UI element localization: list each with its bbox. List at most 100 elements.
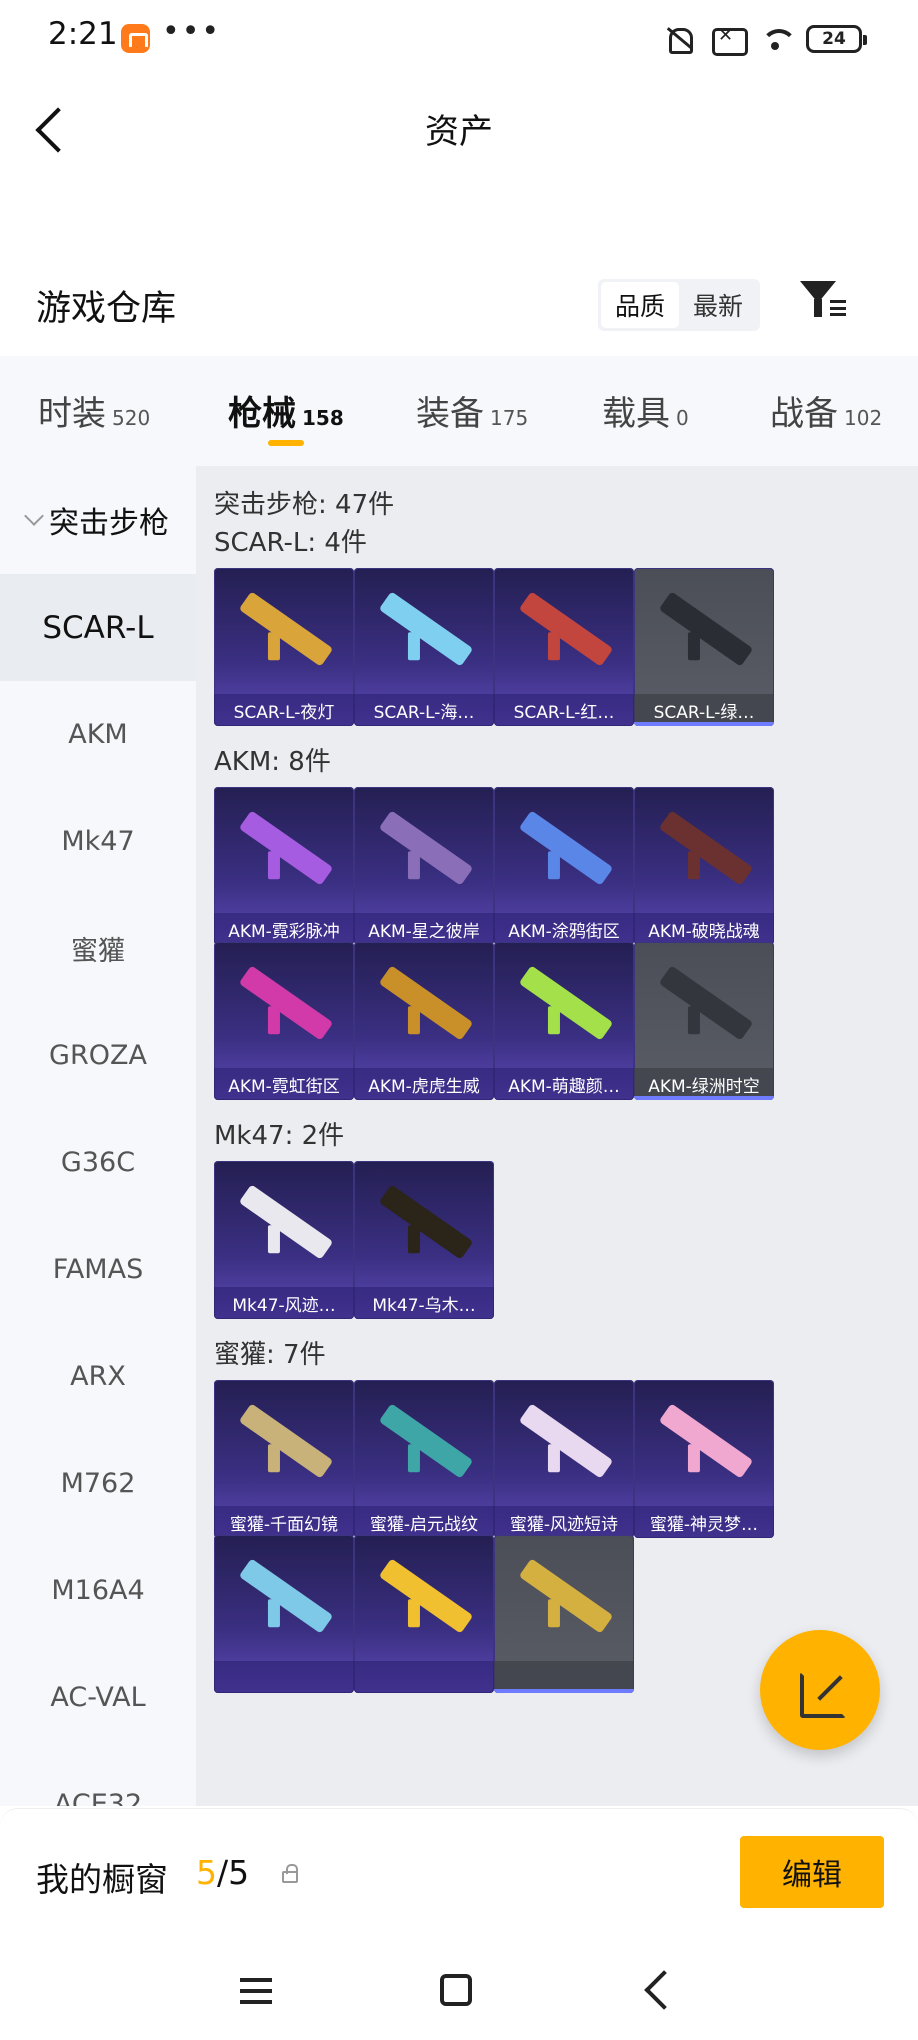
- repository-title: 游戏仓库: [36, 289, 177, 329]
- sidebar-item[interactable]: G36C: [0, 1109, 196, 1216]
- rifle-icon: [238, 1558, 334, 1634]
- rifle-icon: [518, 591, 614, 667]
- weapon-skin-card[interactable]: [354, 1535, 494, 1693]
- share-fab[interactable]: [760, 1630, 880, 1750]
- status-icons: 24: [662, 22, 867, 56]
- tab-fashion[interactable]: 时装 520: [38, 386, 150, 435]
- weapon-type-sidebar: 突击步枪 SCAR-L AKM Mk47 蜜獾 GROZA G36C FAMAS ARX M76…: [0, 466, 196, 1806]
- rifle-icon: [658, 591, 754, 667]
- weapon-skin-card[interactable]: 蜜獾-千面幻镜: [214, 1380, 354, 1538]
- sidebar-item[interactable]: Mk47: [0, 788, 196, 895]
- weapon-skin-name: AKM-虎虎生威: [354, 1068, 494, 1100]
- weapon-skin-name: AKM-萌趣颜…: [494, 1068, 634, 1100]
- tab-guns[interactable]: 枪械 158: [228, 386, 344, 435]
- weapon-skin-name: AKM-霓虹街区: [214, 1068, 354, 1100]
- weapon-group-title: SCAR-L: 4件: [214, 528, 367, 558]
- tab-count: 158: [302, 406, 344, 430]
- sidebar-item[interactable]: ARX: [0, 1323, 196, 1430]
- rarity-bar: [634, 1096, 774, 1100]
- sidebar-item[interactable]: M16A4: [0, 1537, 196, 1644]
- weapon-skin-name: AKM-霓彩脉冲: [214, 913, 354, 945]
- rifle-icon: [378, 1558, 474, 1634]
- weapon-group-title: Mk47: 2件: [214, 1121, 345, 1151]
- page-title: 资产: [425, 112, 493, 152]
- sidebar-item[interactable]: 蜜獾: [0, 895, 196, 1002]
- showcase-total: /5: [217, 1853, 250, 1892]
- rifle-icon: [378, 810, 474, 886]
- tab-count: 175: [490, 406, 529, 430]
- weapon-skin-name: Mk47-乌木…: [354, 1287, 494, 1319]
- weapon-skin-card[interactable]: 蜜獾-风迹短诗: [494, 1380, 634, 1538]
- mi-app-icon: [121, 24, 150, 53]
- rarity-bar: [634, 722, 774, 726]
- tab-count: 0: [676, 406, 689, 430]
- rifle-icon: [658, 810, 754, 886]
- tab-supplies[interactable]: 战备 102: [770, 386, 882, 435]
- battery-icon: 24: [806, 25, 867, 53]
- back-icon[interactable]: [644, 1970, 684, 2010]
- weapon-skin-card[interactable]: 蜜獾-启元战纹: [354, 1380, 494, 1538]
- edit-button[interactable]: 编辑: [740, 1836, 884, 1908]
- rifle-icon: [238, 965, 334, 1041]
- sidebar-item[interactable]: AC-VAL: [0, 1644, 196, 1751]
- weapon-skin-card[interactable]: [494, 1535, 634, 1693]
- weapon-skin-name: 蜜獾-风迹短诗: [494, 1506, 634, 1538]
- sidebar-item[interactable]: GROZA: [0, 1002, 196, 1109]
- rarity-bar: [494, 1689, 634, 1693]
- weapon-skin-card[interactable]: 蜜獾-神灵梦…: [634, 1380, 774, 1538]
- weapon-skin-card[interactable]: Mk47-乌木…: [354, 1161, 494, 1319]
- rifle-icon: [378, 1184, 474, 1260]
- weapon-skin-card[interactable]: Mk47-风迹…: [214, 1161, 354, 1319]
- rifle-icon: [518, 1403, 614, 1479]
- wifi-icon: [758, 24, 797, 54]
- weapon-skin-name: 蜜獾-神灵梦…: [634, 1506, 774, 1538]
- sidebar-item[interactable]: SCAR-L: [0, 574, 196, 681]
- sort-quality-option[interactable]: 品质: [601, 282, 679, 328]
- rifle-icon: [238, 1184, 334, 1260]
- status-time: 2:21: [48, 16, 118, 52]
- rifle-icon: [378, 965, 474, 1041]
- menu-icon[interactable]: [240, 1978, 272, 2004]
- active-tab-indicator: [268, 440, 304, 446]
- weapon-skin-name: AKM-涂鸦街区: [494, 913, 634, 945]
- tab-equipment[interactable]: 装备 175: [416, 386, 528, 435]
- weapon-skin-card[interactable]: SCAR-L-绿…: [634, 568, 774, 726]
- weapon-skin-card[interactable]: SCAR-L-红…: [494, 568, 634, 726]
- sidebar-item[interactable]: FAMAS: [0, 1216, 196, 1323]
- weapon-skin-card[interactable]: AKM-霓虹街区: [214, 942, 354, 1100]
- sidebar-category-label: 突击步枪: [49, 506, 169, 541]
- weapon-skin-card[interactable]: AKM-破晓战魂: [634, 787, 774, 945]
- sidebar-item[interactable]: AKM: [0, 681, 196, 788]
- weapon-skin-card[interactable]: AKM-绿洲时空: [634, 942, 774, 1100]
- rifle-icon: [518, 810, 614, 886]
- sidebar-category-header[interactable]: 突击步枪: [0, 466, 196, 574]
- weapon-skin-name: AKM-星之彼岸: [354, 913, 494, 945]
- filter-lines-icon: [830, 300, 846, 316]
- sidebar-item[interactable]: M762: [0, 1430, 196, 1537]
- weapon-skin-card[interactable]: AKM-涂鸦街区: [494, 787, 634, 945]
- weapon-skin-card[interactable]: [214, 1535, 354, 1693]
- chevron-down-icon: [24, 506, 44, 526]
- sort-toggle: 品质 最新: [598, 279, 760, 331]
- mute-bell-icon: [662, 24, 696, 54]
- weapon-skin-name: [354, 1661, 494, 1693]
- tab-label: 载具: [602, 394, 670, 434]
- rifle-icon: [518, 965, 614, 1041]
- lock-icon: [282, 1864, 298, 1883]
- tab-label: 时装: [38, 394, 106, 434]
- rifle-icon: [378, 591, 474, 667]
- system-nav-bar: [0, 1940, 918, 2040]
- weapon-grid: 突击步枪: 47件 SCAR-L: 4件 SCAR-L-夜灯 SCAR-L-海… SC…: [196, 466, 918, 1806]
- weapon-skin-card[interactable]: AKM-霓彩脉冲: [214, 787, 354, 945]
- weapon-skin-card[interactable]: AKM-星之彼岸: [354, 787, 494, 945]
- weapon-skin-name: Mk47-风迹…: [214, 1287, 354, 1319]
- home-icon[interactable]: [440, 1974, 472, 2006]
- weapon-skin-card[interactable]: SCAR-L-海…: [354, 568, 494, 726]
- weapon-skin-card[interactable]: AKM-萌趣颜…: [494, 942, 634, 1100]
- weapon-skin-card[interactable]: AKM-虎虎生威: [354, 942, 494, 1100]
- rifle-icon: [238, 591, 334, 667]
- weapon-skin-card[interactable]: SCAR-L-夜灯: [214, 568, 354, 726]
- tab-vehicles[interactable]: 载具 0: [602, 386, 689, 435]
- sidebar-item[interactable]: ACE32: [0, 1751, 196, 1806]
- sort-newest-option[interactable]: 最新: [679, 282, 757, 328]
